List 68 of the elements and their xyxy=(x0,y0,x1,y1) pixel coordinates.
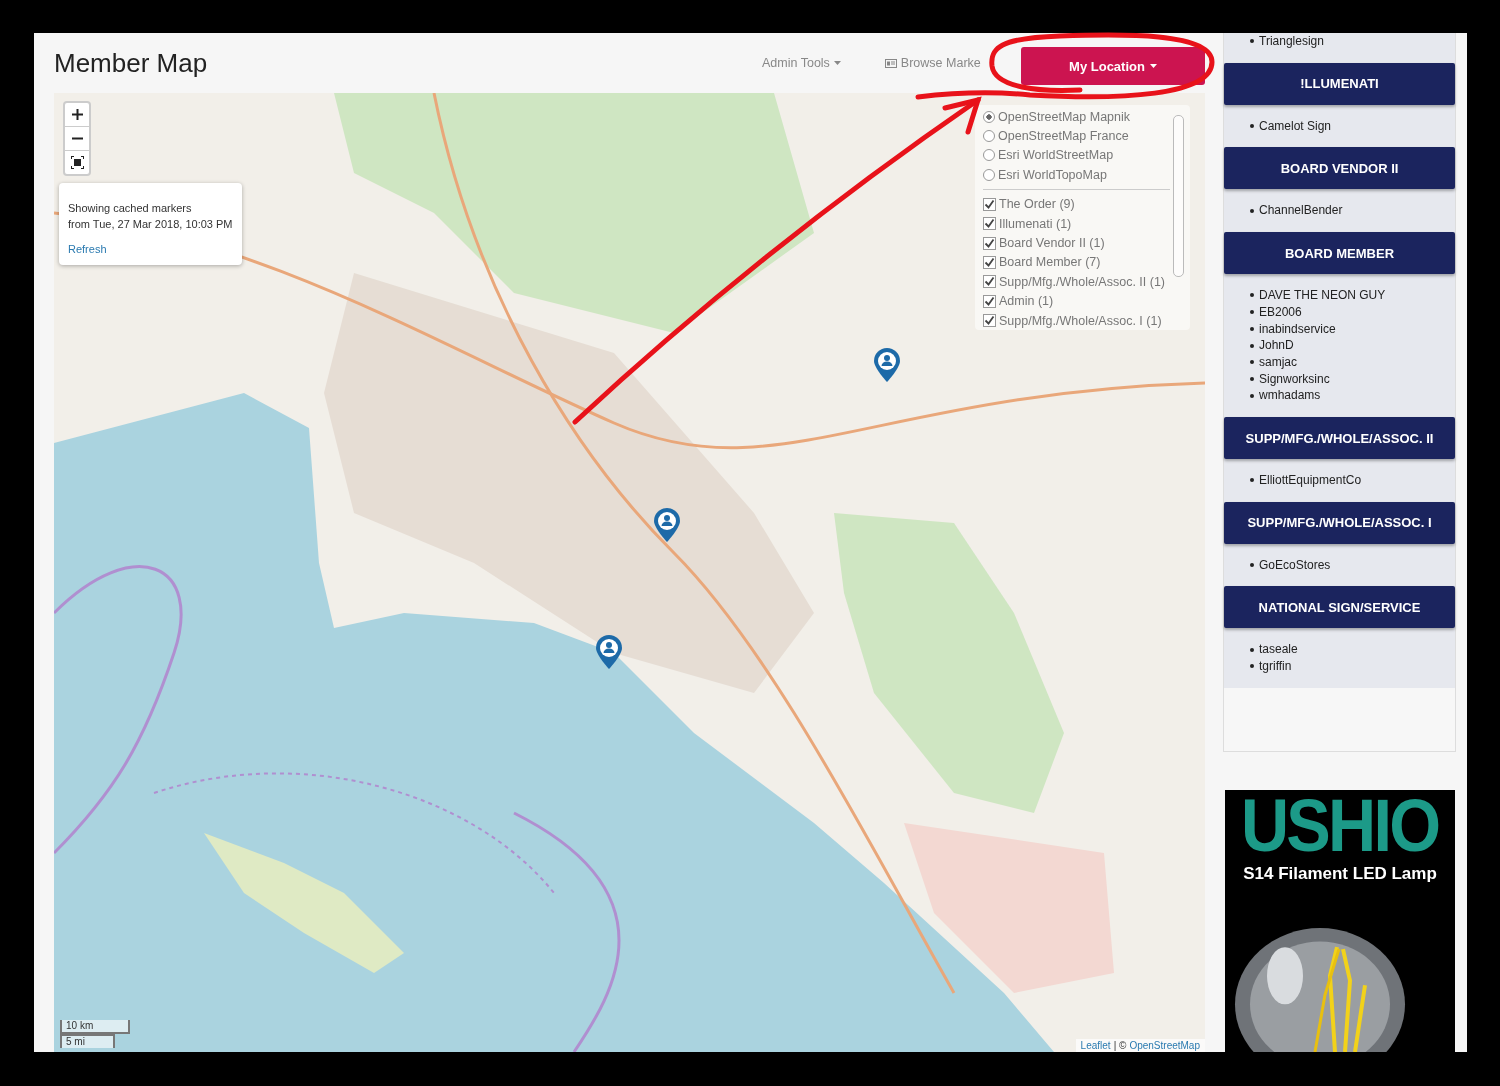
group-header: !LLUMENATI xyxy=(1224,62,1455,105)
member-name[interactable]: ChannelBender xyxy=(1259,202,1343,220)
attribution-text: | © xyxy=(1113,1040,1127,1051)
bullet-icon xyxy=(1250,478,1254,483)
bullet-icon xyxy=(1250,376,1254,381)
checkbox[interactable] xyxy=(983,314,996,328)
bullet-icon xyxy=(1250,124,1254,129)
notice-text: Showing cached markers xyxy=(68,201,193,216)
refresh-link[interactable]: Refresh xyxy=(68,243,107,255)
overlay-label: Board Vendor II (1) xyxy=(999,236,1105,251)
member-name[interactable]: EB2006 xyxy=(1259,303,1302,321)
group-header: NATIONAL SIGN/SERVICE xyxy=(1224,586,1455,629)
member-name[interactable]: inabindservice xyxy=(1259,320,1336,338)
ad-banner[interactable]: USHIO S14 Filament LED Lamp xyxy=(1225,790,1455,1052)
my-location-button[interactable]: My Location xyxy=(1021,47,1205,85)
layer-label: OpenStreetMap France xyxy=(998,129,1129,144)
scale-bar: 10 km xyxy=(60,1020,130,1034)
layer-label: OpenStreetMap Mapnik xyxy=(998,109,1130,124)
map-marker-icon[interactable] xyxy=(596,635,622,669)
member-name[interactable]: JohnD xyxy=(1259,337,1294,354)
openstreetmap-link[interactable]: OpenStreetMap xyxy=(1129,1040,1200,1051)
layer-label: Esri WorldStreetMap xyxy=(998,148,1114,163)
bullet-icon xyxy=(1250,326,1254,331)
overlay-label: Illumenati (1) xyxy=(999,216,1072,231)
overlay-label: Admin (1) xyxy=(999,294,1054,309)
bullet-icon xyxy=(1250,360,1254,365)
caret-icon xyxy=(1149,64,1157,68)
ad-tagline: S14 Filament LED Lamp xyxy=(1243,864,1437,884)
page-title: Member Map xyxy=(54,47,209,79)
member-name[interactable]: taseale xyxy=(1259,641,1298,659)
group-header: SUPP/MFG./WHOLE/ASSOC. II xyxy=(1224,417,1455,460)
bullet-icon xyxy=(1250,664,1254,669)
layer-label: Esri WorldTopoMap xyxy=(998,167,1107,182)
leaflet-link[interactable]: Leaflet xyxy=(1080,1040,1111,1051)
card-icon xyxy=(884,58,897,68)
scrollbar[interactable] xyxy=(1173,115,1184,277)
group-header: BOARD MEMBER xyxy=(1224,232,1455,275)
checkbox[interactable] xyxy=(983,275,996,289)
bullet-icon xyxy=(1250,208,1254,213)
member-name[interactable]: tgriffin xyxy=(1259,658,1292,675)
member-name[interactable]: Camelot Sign xyxy=(1259,117,1332,135)
bullet-icon xyxy=(1250,293,1254,298)
overlay-label: Supp/Mfg./Whole/Assoc. I (1) xyxy=(999,313,1162,328)
member-name[interactable]: GoEcoStores xyxy=(1259,556,1331,574)
member-name[interactable]: Trianglesign xyxy=(1259,33,1324,50)
member-name[interactable]: DAVE THE NEON GUY xyxy=(1259,287,1386,304)
group-header: BOARD VENDOR II xyxy=(1224,147,1455,190)
bullet-icon xyxy=(1250,647,1254,652)
map-marker-icon[interactable] xyxy=(654,508,680,542)
scale-bar: 5 mi xyxy=(60,1034,115,1048)
caret-icon xyxy=(833,61,841,65)
bullet-icon xyxy=(1250,563,1254,568)
bullet-icon xyxy=(1250,343,1254,348)
member-name[interactable]: ElliottEquipmentCo xyxy=(1259,472,1362,489)
ad-brand-text: USHIO xyxy=(1241,790,1439,862)
member-name[interactable]: Signworksinc xyxy=(1259,370,1330,388)
member-name[interactable]: wmhadams xyxy=(1259,387,1321,405)
overlay-label: The Order (9) xyxy=(999,197,1075,212)
member-name[interactable]: samjac xyxy=(1259,353,1297,371)
overlay-label: Supp/Mfg./Whole/Assoc. II (1) xyxy=(999,274,1166,289)
bullet-icon xyxy=(1250,393,1254,398)
notice-text: from Tue, 27 Mar 2018, 10:03 PM xyxy=(68,217,233,232)
overlay-label: Board Member (7) xyxy=(999,255,1101,270)
bullet-icon xyxy=(1250,310,1254,315)
checkbox[interactable] xyxy=(983,217,996,231)
group-header: SUPP/MFG./WHOLE/ASSOC. I xyxy=(1224,501,1455,544)
bullet-icon xyxy=(1250,39,1254,44)
map-marker-icon[interactable] xyxy=(874,348,900,382)
